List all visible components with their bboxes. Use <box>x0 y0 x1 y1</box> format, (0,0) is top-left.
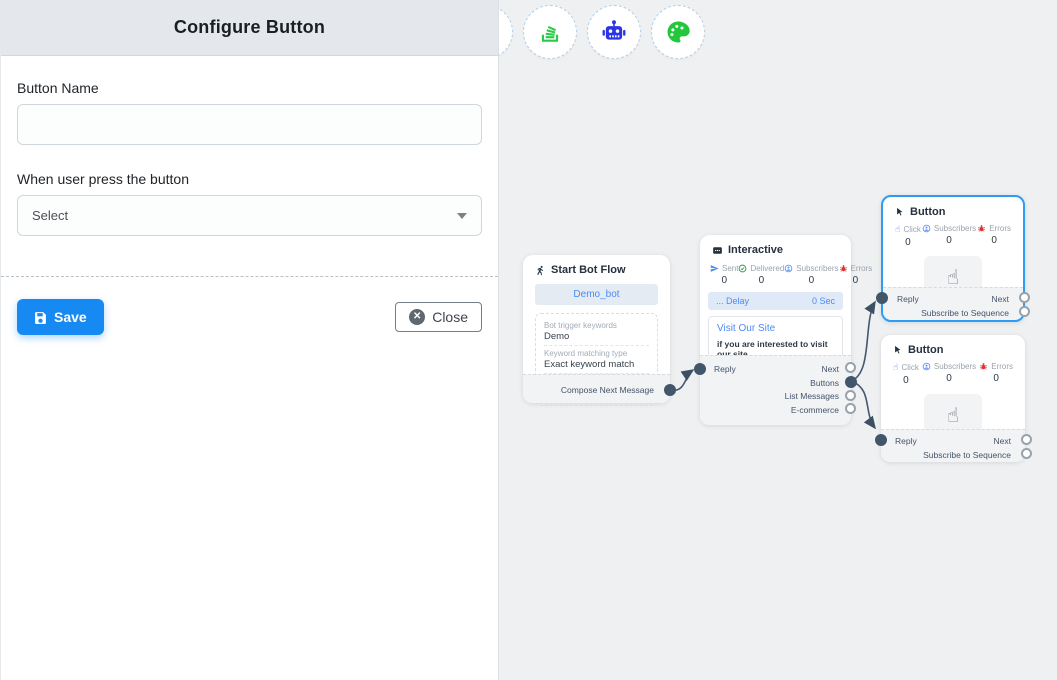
configure-button-panel: Configure Button Button Name When user p… <box>0 0 499 680</box>
node-start-bot-flow[interactable]: Start Bot Flow Demo_bot Bot trigger keyw… <box>523 255 670 403</box>
interactive-icon <box>712 245 723 256</box>
subscribers-icon <box>922 224 931 233</box>
close-icon: ✕ <box>409 309 425 325</box>
save-button[interactable]: Save <box>17 299 104 335</box>
subscribers-icon <box>922 362 931 371</box>
subscribe-label: Subscribe to Sequence <box>921 308 1009 318</box>
stat-errors: Errors 0 <box>839 264 873 286</box>
button-name-input[interactable] <box>17 104 482 145</box>
stat-errors: Errors 0 <box>977 224 1011 248</box>
toolbar-button-theme[interactable] <box>651 5 705 59</box>
port-next[interactable] <box>1019 292 1030 303</box>
palette-icon <box>664 18 692 46</box>
stat-subscribers: Subscribers 0 <box>922 362 976 386</box>
port-next[interactable] <box>845 362 856 373</box>
delay-value: 0 Sec <box>812 296 835 306</box>
send-icon <box>710 264 719 273</box>
bug-icon <box>977 224 986 233</box>
bot-name-chip[interactable]: Demo_bot <box>535 284 658 305</box>
page-title: Configure Button <box>174 17 325 38</box>
list-messages-label: List Messages <box>785 391 839 401</box>
reply-label: Reply <box>895 436 917 446</box>
robot-icon <box>600 18 628 46</box>
cursor-icon <box>895 207 905 217</box>
subscribers-icon <box>784 264 793 273</box>
port-subscribe[interactable] <box>1019 306 1030 317</box>
bug-icon <box>979 362 988 371</box>
field-trigger-keywords: Bot trigger keywords Demo <box>544 318 649 346</box>
port-list-messages[interactable] <box>845 390 856 401</box>
delay-row[interactable]: ... Delay 0 Sec <box>708 292 843 310</box>
chevron-down-icon <box>457 213 467 219</box>
stat-sent: Sent 0 <box>710 264 738 286</box>
panel-header: Configure Button <box>1 0 498 56</box>
flow-canvas[interactable]: Start Bot Flow Demo_bot Bot trigger keyw… <box>499 0 1057 680</box>
next-label: Next <box>822 364 839 374</box>
port-reply-in[interactable] <box>875 434 887 446</box>
button-name-label: Button Name <box>17 80 482 96</box>
field-matching-type: Keyword matching type Exact keyword matc… <box>544 346 649 374</box>
button-action-select[interactable]: Select <box>17 195 482 236</box>
stat-subscribers: Subscribers 0 <box>784 264 838 286</box>
stat-click: ☝Click 0 <box>893 362 919 386</box>
node-title: Interactive <box>728 244 783 256</box>
delay-label: ... Delay <box>716 296 749 306</box>
click-icon: ☝ <box>893 362 898 373</box>
port-buttons[interactable] <box>845 376 857 388</box>
close-button[interactable]: ✕ Close <box>395 302 482 332</box>
toolbar-button-bot[interactable] <box>587 5 641 59</box>
check-circle-icon <box>738 264 747 273</box>
node-button-bottom[interactable]: Button ☝Click 0 Subscribers 0 Errors <box>881 335 1025 462</box>
message-title: Visit Our Site <box>717 323 834 334</box>
stack-icon <box>537 19 563 45</box>
reply-label: Reply <box>897 294 919 304</box>
select-value: Select <box>32 208 68 223</box>
stat-click: ☝Click 0 <box>895 224 921 248</box>
flow-builder-app: Configure Button Button Name When user p… <box>0 0 1057 680</box>
port-ecommerce[interactable] <box>845 403 856 414</box>
stat-subscribers: Subscribers 0 <box>922 224 976 248</box>
node-button-top[interactable]: Button ☝Click 0 Subscribers 0 Errors <box>881 195 1025 322</box>
click-icon: ☝ <box>895 224 900 235</box>
cursor-icon <box>893 345 903 355</box>
interactive-stats: Sent 0 Delivered 0 Subscribers <box>700 260 851 286</box>
panel-actions: Save ✕ Close <box>17 299 482 335</box>
stat-errors: Errors 0 <box>979 362 1013 386</box>
reply-label: Reply <box>714 364 736 374</box>
subscribe-label: Subscribe to Sequence <box>923 450 1011 460</box>
next-label: Next <box>994 436 1011 446</box>
port-reply-in[interactable] <box>694 363 706 375</box>
port-next[interactable] <box>1021 434 1032 445</box>
button-stats: ☝Click 0 Subscribers 0 Errors 0 <box>883 222 1023 248</box>
press-button-label: When user press the button <box>17 171 482 187</box>
bug-icon <box>839 264 848 273</box>
port-subscribe[interactable] <box>1021 448 1032 459</box>
node-title: Button <box>908 344 943 356</box>
toolbar-button-stack[interactable] <box>523 5 577 59</box>
divider <box>1 276 498 277</box>
panel-body: Button Name When user press the button S… <box>1 56 498 335</box>
toolbar-button-partial[interactable] <box>499 5 513 59</box>
compose-next-message-label: Compose Next Message <box>561 385 654 395</box>
node-title: Button <box>910 206 945 218</box>
node-interactive[interactable]: Interactive Sent 0 Delivered 0 <box>700 235 851 425</box>
next-label: Next <box>992 294 1009 304</box>
runner-icon <box>535 265 546 276</box>
stat-delivered: Delivered 0 <box>738 264 784 286</box>
buttons-label: Buttons <box>810 378 839 388</box>
ecommerce-label: E-commerce <box>791 405 839 415</box>
save-icon <box>34 311 47 324</box>
port-compose-next-message[interactable] <box>664 384 676 396</box>
node-title: Start Bot Flow <box>551 264 626 276</box>
button-stats: ☝Click 0 Subscribers 0 Errors 0 <box>881 360 1025 386</box>
port-reply-in[interactable] <box>876 292 888 304</box>
